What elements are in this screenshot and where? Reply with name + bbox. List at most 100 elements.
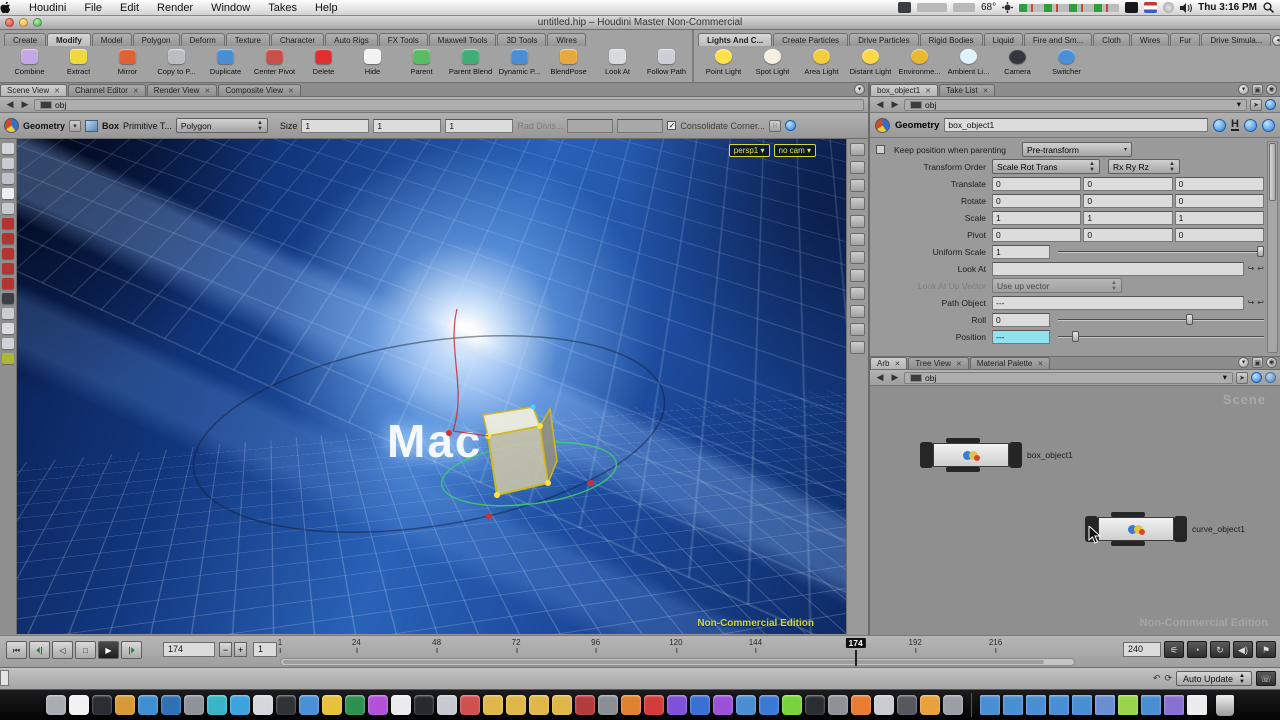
recording-status-icon[interactable]	[898, 2, 911, 13]
path-field[interactable]: obj ▾	[904, 372, 1233, 384]
current-frame-field[interactable]: 174	[163, 642, 215, 657]
dock-app-icon[interactable]	[230, 695, 250, 715]
shelf-tool[interactable]: Parent	[398, 49, 445, 76]
pane-tab[interactable]: Tree View✕	[908, 357, 968, 369]
dock-app-icon[interactable]	[506, 695, 526, 715]
close-tab-icon[interactable]: ✕	[956, 360, 962, 368]
sync-icon[interactable]	[1265, 99, 1276, 110]
shelf-tool[interactable]: Mirror	[104, 49, 151, 76]
dock-app-icon[interactable]	[552, 695, 572, 715]
shelf-tab[interactable]: Drive Particles	[849, 33, 919, 46]
node-name-field[interactable]: box_object1	[944, 118, 1208, 132]
pane-menu-icon[interactable]: ◉	[1266, 357, 1277, 368]
dock-app-icon[interactable]	[759, 695, 779, 715]
dock-app-icon[interactable]	[184, 695, 204, 715]
dock-app-icon[interactable]	[920, 695, 940, 715]
dock-app-icon[interactable]	[598, 695, 618, 715]
maximize-pane-icon[interactable]: ▣	[1252, 84, 1263, 95]
window-title-bar[interactable]: untitled.hip – Houdini Master Non-Commer…	[0, 16, 1280, 30]
viewport-display-icon[interactable]	[850, 287, 865, 300]
zoom-network-icon[interactable]	[1265, 372, 1276, 383]
dock-document-icon[interactable]	[1003, 695, 1023, 715]
nav-forward-icon[interactable]: ▶	[889, 99, 901, 110]
pane-tab[interactable]: Render View✕	[147, 84, 218, 96]
new-tab-icon[interactable]: ▾	[1238, 84, 1249, 95]
select-node-icon[interactable]	[1213, 119, 1226, 132]
path-dropdown-icon[interactable]: ▾	[1237, 99, 1241, 110]
viewport-display-icon[interactable]	[850, 197, 865, 210]
node-output-connector[interactable]	[1111, 541, 1145, 546]
keyframe-flag-icon[interactable]: ⚑	[1256, 641, 1276, 658]
pivot-x-field[interactable]: 0	[992, 228, 1081, 242]
dock-app-icon[interactable]	[115, 695, 135, 715]
shelf-tab[interactable]: Lights And C...	[698, 33, 772, 46]
dock-app-icon[interactable]	[391, 695, 411, 715]
primitive-type-dropdown[interactable]: Polygon ▲▼	[176, 118, 268, 133]
shelf-tool[interactable]: Switcher	[1043, 49, 1090, 76]
look-at-field[interactable]	[992, 262, 1244, 276]
context-dropdown-icon[interactable]: ▾	[69, 120, 81, 132]
shelf-tab[interactable]: Fire and Sm...	[1024, 33, 1092, 46]
shelf-tab[interactable]: Wires	[547, 33, 585, 46]
dock-app-icon[interactable]	[943, 695, 963, 715]
translate-y-field[interactable]: 0	[1083, 177, 1172, 191]
dock-app-icon[interactable]	[782, 695, 802, 715]
transform-order-dropdown[interactable]: Scale Rot Trans ▲▼	[992, 159, 1100, 174]
op-pick-icon[interactable]: ↪	[1248, 264, 1255, 273]
shelf-tab[interactable]: Cloth	[1093, 33, 1130, 46]
viewport-display-icon[interactable]	[850, 179, 865, 192]
viewport-3d-scene[interactable]: Mac persp1 ▾	[17, 139, 846, 634]
maximize-pane-icon[interactable]: ▣	[1252, 357, 1263, 368]
recook-icon[interactable]: ⟳	[1164, 673, 1172, 684]
cpu-meter-icon[interactable]	[1019, 4, 1119, 12]
viewport-display-icon[interactable]	[850, 233, 865, 246]
shelf-tool[interactable]: Copy to P...	[153, 49, 200, 76]
dock-document-icon[interactable]	[1164, 695, 1184, 715]
start-frame-field[interactable]: 1	[253, 642, 277, 657]
shelf-tab[interactable]: Fur	[1170, 33, 1200, 46]
menu-item[interactable]: Edit	[111, 2, 148, 14]
pin-icon[interactable]: ➤	[1236, 372, 1248, 384]
spotlight-icon[interactable]	[1263, 2, 1274, 13]
viewport-display-icon[interactable]	[850, 161, 865, 174]
viewport-tool-icon[interactable]	[2, 263, 14, 274]
dock-app-icon[interactable]	[713, 695, 733, 715]
size-y-field[interactable]: 1	[373, 119, 441, 133]
prev-key-button[interactable]: ⏴|	[29, 641, 50, 659]
frame-range-slider[interactable]	[280, 658, 1075, 666]
size-x-field[interactable]: 1	[301, 119, 369, 133]
dock-document-icon[interactable]	[1049, 695, 1069, 715]
node-input-connector[interactable]	[1111, 512, 1145, 517]
shelf-tool[interactable]: Follow Path	[643, 49, 690, 76]
consolidate-checkbox[interactable]: ✓	[667, 121, 676, 130]
pivot-y-field[interactable]: 0	[1083, 228, 1172, 242]
path-object-field[interactable]: ---	[992, 296, 1244, 310]
dock-app-icon[interactable]	[575, 695, 595, 715]
snap-options-icon[interactable]: ⁙	[769, 120, 781, 132]
shelf-tool[interactable]: Point Light	[700, 49, 747, 76]
pane-tab[interactable]: Scene View✕	[0, 84, 67, 96]
pivot-z-field[interactable]: 0	[1175, 228, 1264, 242]
dock-app-icon[interactable]	[207, 695, 227, 715]
shelf-tab[interactable]: Deform	[181, 33, 225, 46]
shelf-tab[interactable]: FX Tools	[379, 33, 428, 46]
shelf-tool[interactable]: Dynamic P...	[496, 49, 543, 76]
viewport-tool-icon[interactable]	[2, 188, 14, 199]
dock-document-icon[interactable]	[980, 695, 1000, 715]
close-tab-icon[interactable]: ✕	[1037, 360, 1043, 368]
dock-app-icon[interactable]	[161, 695, 181, 715]
range-thumb[interactable]	[283, 660, 1044, 664]
nav-back-icon[interactable]: ◀	[874, 372, 886, 383]
viewport-tool-icon[interactable]	[2, 293, 14, 304]
end-frame-field[interactable]: 240	[1123, 642, 1161, 657]
viewport-display-icon[interactable]	[850, 251, 865, 264]
size-z-field[interactable]: 1	[445, 119, 513, 133]
viewport-tool-icon[interactable]	[2, 143, 14, 154]
camera-menu-chip[interactable]: persp1 ▾	[729, 144, 770, 157]
shelf-tool[interactable]: Environme...	[896, 49, 943, 76]
pane-tab[interactable]: Take List✕	[939, 84, 995, 96]
viewport-tool-icon[interactable]	[2, 338, 14, 349]
close-tab-icon[interactable]: ✕	[204, 87, 210, 95]
close-tab-icon[interactable]: ✕	[54, 87, 60, 95]
shelf-tool[interactable]: Parent Blend	[447, 49, 494, 76]
